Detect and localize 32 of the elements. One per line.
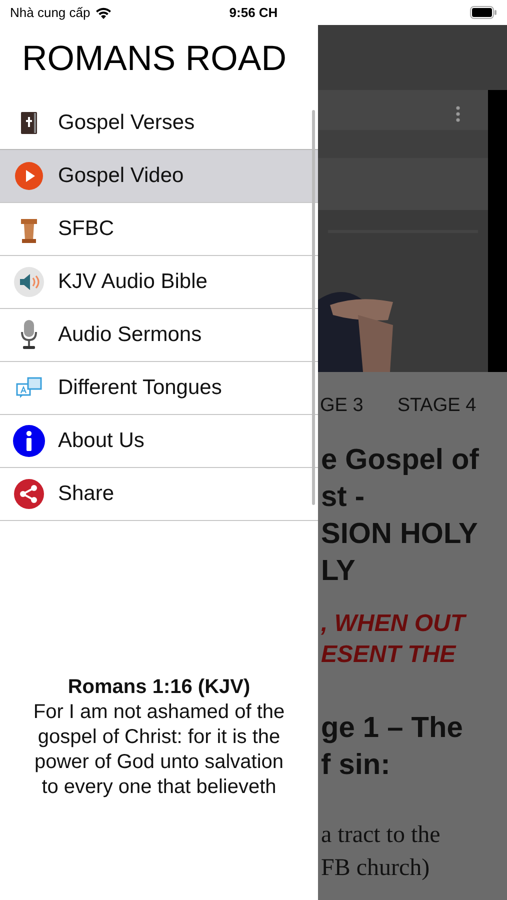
menu-item[interactable]: Audio Sermons (0, 308, 318, 362)
play-icon (15, 162, 43, 190)
stage-tab[interactable]: GE 3 (320, 395, 364, 417)
verse-reference: Romans 1:16 (KJV) (66, 675, 252, 700)
menu-item[interactable]: Different Tongues (0, 362, 318, 414)
article-heading: f sin: (321, 748, 392, 783)
verse-text: For I am not ashamed of the gospel of Christ: for it is the power of God unto salvation to every one that believeth (32, 700, 286, 800)
menu-item[interactable]: About Us (0, 414, 318, 468)
share-icon (14, 478, 44, 508)
book-icon (21, 112, 37, 134)
carrier-name: Nhà cung cấp (10, 5, 90, 20)
menu-item[interactable]: Gospel Video (0, 148, 318, 202)
body-text: a tract to the (321, 821, 442, 850)
menu-item[interactable]: Share (0, 468, 318, 520)
speaker-icon (14, 266, 44, 296)
menu-item[interactable]: KJV Audio Bible (0, 256, 318, 308)
microphone-icon (20, 320, 38, 350)
status-time: 9:56 CH (229, 5, 278, 20)
article-heading: SION HOLY (321, 517, 479, 552)
highlight-text: ESENT THE (321, 640, 458, 670)
body-text: FB church) (321, 854, 431, 883)
battery-icon (470, 6, 497, 19)
translate-icon (16, 376, 42, 398)
article-heading: st - (321, 480, 366, 515)
article-heading: LY (321, 554, 356, 589)
highlight-text: , WHEN OUT (321, 609, 468, 639)
article-heading: e Gospel of (321, 443, 480, 478)
article-heading: ge 1 – The (321, 711, 464, 746)
drawer-title: ROMANS ROAD (22, 41, 286, 80)
info-icon (13, 424, 45, 456)
wifi-icon (95, 6, 112, 19)
stage-tab[interactable]: STAGE 4 (397, 395, 476, 417)
